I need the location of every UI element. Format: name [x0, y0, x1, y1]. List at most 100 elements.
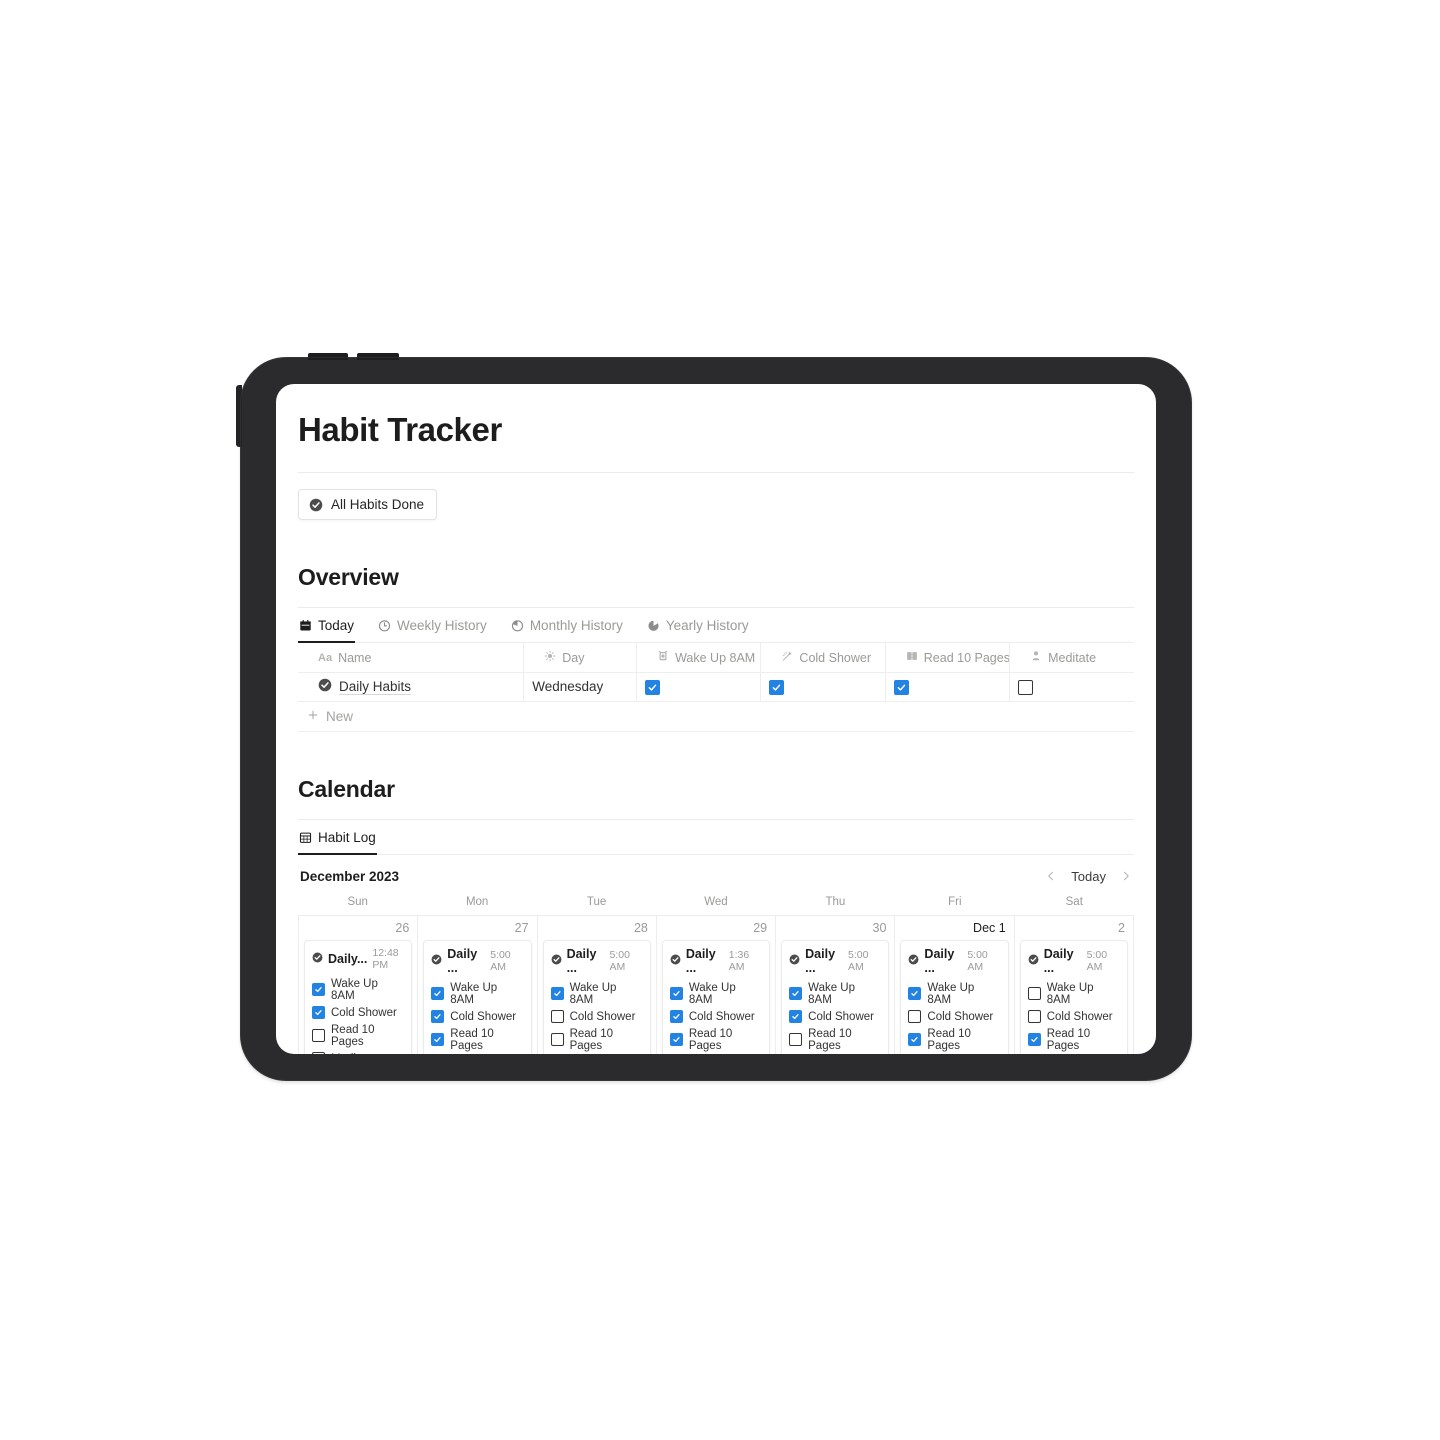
row-checkbox-cold-shower[interactable]: [760, 672, 886, 702]
calendar-day-cell[interactable]: 27 Daily ... 5:00 AM Wake Up 8AM Cold Shower…: [418, 915, 538, 1054]
all-habits-done-label: All Habits Done: [331, 497, 425, 513]
checkbox-unchecked[interactable]: [550, 1010, 564, 1024]
checkbox-unchecked[interactable]: [1018, 679, 1034, 695]
column-header-cold-shower[interactable]: Cold Shower: [760, 643, 886, 673]
checkbox-checked[interactable]: [669, 987, 683, 1001]
chevron-right-icon[interactable]: [1120, 870, 1132, 882]
checkbox-unchecked[interactable]: [1027, 1010, 1041, 1024]
tab-weekly-history-label: Weekly History: [397, 618, 487, 634]
checkbox-unchecked[interactable]: [312, 1029, 325, 1043]
habit-log-item[interactable]: Read 10 Pages: [789, 1026, 881, 1054]
column-header-wake-up-8am[interactable]: Wake Up 8AM: [636, 643, 762, 673]
calendar-day-cell[interactable]: 2 Daily ... 5:00 AM Wake Up 8AM Cold Shower R…: [1014, 915, 1134, 1054]
habit-log-item[interactable]: Read 10 Pages: [431, 1026, 523, 1054]
checkbox-checked[interactable]: [431, 1033, 445, 1047]
all-habits-done-button[interactable]: All Habits Done: [298, 489, 438, 521]
checkbox-checked[interactable]: [669, 1033, 683, 1047]
chip-row: All Habits Done: [298, 473, 1134, 521]
calendar-day-cell[interactable]: 28 Daily ... 5:00 AM Wake Up 8AM Cold Shower…: [537, 915, 657, 1054]
habit-log-card[interactable]: Daily ... 5:00 AM Wake Up 8AM Cold Shower Re…: [1019, 939, 1128, 1054]
calendar-day-cell[interactable]: 30 Daily ... 5:00 AM Wake Up 8AM Cold Shower…: [776, 915, 896, 1054]
row-day-cell[interactable]: Wednesday: [523, 672, 638, 702]
habit-log-item[interactable]: Cold Shower: [312, 1004, 404, 1021]
calendar-day-cell[interactable]: Dec 1 Daily ... 5:00 AM Wake Up 8AM Cold Sho…: [895, 915, 1015, 1054]
checkbox-checked[interactable]: [312, 983, 325, 997]
checkbox-checked[interactable]: [550, 987, 564, 1001]
habit-log-item[interactable]: Wake Up 8AM: [789, 980, 881, 1008]
habit-log-item-label: Cold Shower: [1046, 1010, 1113, 1023]
habit-log-card[interactable]: Daily... 12:48 PM Wake Up 8AM Cold Shower Re…: [304, 939, 413, 1054]
checkbox-checked[interactable]: [789, 987, 803, 1001]
row-checkbox-read-10-pages[interactable]: [885, 672, 1011, 702]
tab-monthly-history[interactable]: Monthly History: [510, 608, 624, 642]
column-header-meditate[interactable]: Meditate: [1009, 643, 1134, 673]
check-circle-icon: [318, 678, 332, 695]
column-header-read-10-pages[interactable]: Read 10 Pages: [885, 643, 1011, 673]
checkbox-checked[interactable]: [645, 679, 661, 695]
habit-log-item[interactable]: Cold Shower: [550, 1008, 643, 1025]
checkbox-unchecked[interactable]: [1027, 987, 1041, 1001]
alarm-clock-icon: [657, 650, 669, 665]
calendar-icon: [299, 619, 312, 632]
habit-log-item[interactable]: Wake Up 8AM: [550, 980, 643, 1008]
habit-log-item[interactable]: Cold Shower: [789, 1008, 881, 1025]
habit-log-card[interactable]: Daily ... 1:36 AM Wake Up 8AM Cold Shower Re…: [661, 939, 771, 1054]
habit-log-item[interactable]: Cold Shower: [431, 1008, 523, 1025]
new-row-button[interactable]: New: [298, 702, 1134, 732]
habit-log-item-label: Read 10 Pages: [688, 1027, 733, 1052]
habit-log-card[interactable]: Daily ... 5:00 AM Wake Up 8AM Cold Shower Re…: [542, 939, 651, 1054]
checkbox-unchecked[interactable]: [789, 1033, 803, 1047]
calendar-day-number: 28: [633, 920, 648, 935]
calendar-day-cell[interactable]: 26 Daily... 12:48 PM Wake Up 8AM Cold Shower…: [299, 915, 419, 1054]
habit-log-item[interactable]: Cold Shower: [908, 1008, 1000, 1025]
checkbox-unchecked[interactable]: [908, 1010, 922, 1024]
tab-yearly-history[interactable]: Yearly History: [646, 608, 750, 642]
tab-habit-log[interactable]: Habit Log: [298, 820, 377, 855]
column-header-day[interactable]: Day: [523, 643, 638, 673]
habit-log-item[interactable]: Read 10 Pages: [908, 1026, 1000, 1054]
volume-up-button[interactable]: [308, 353, 348, 360]
habit-log-item-label: Read 10 Pages: [808, 1027, 852, 1052]
checkbox-checked[interactable]: [1027, 1033, 1041, 1047]
habit-log-item[interactable]: Cold Shower: [669, 1008, 762, 1025]
checkbox-unchecked[interactable]: [550, 1033, 564, 1047]
habit-log-card-time: 5:00 AM: [609, 948, 630, 973]
checkbox-checked[interactable]: [431, 1010, 445, 1024]
habit-log-item-label: Read 10 Pages: [331, 1023, 375, 1048]
habit-log-item[interactable]: Read 10 Pages: [550, 1026, 643, 1054]
checkbox-checked[interactable]: [908, 1033, 922, 1047]
checkbox-unchecked[interactable]: [312, 1052, 325, 1054]
habit-log-item[interactable]: Wake Up 8AM: [312, 976, 404, 1004]
row-checkbox-meditate[interactable]: [1009, 672, 1134, 702]
habit-log-card[interactable]: Daily ... 5:00 AM Wake Up 8AM Cold Shower Re…: [900, 939, 1009, 1054]
habit-log-item[interactable]: Cold Shower: [1027, 1008, 1120, 1025]
table-row[interactable]: Daily Habits Wednesday: [298, 672, 1134, 702]
habit-log-item[interactable]: Wake Up 8AM: [908, 980, 1000, 1008]
habit-log-card[interactable]: Daily ... 5:00 AM Wake Up 8AM Cold Shower Re…: [423, 939, 532, 1054]
habit-log-item[interactable]: Read 10 Pages: [312, 1022, 404, 1050]
habit-log-item[interactable]: Wake Up 8AM: [669, 980, 762, 1008]
checkbox-checked[interactable]: [669, 1010, 683, 1024]
volume-down-button[interactable]: [357, 353, 399, 360]
checkbox-checked[interactable]: [893, 679, 909, 695]
row-checkbox-wake-up-8am[interactable]: [636, 672, 762, 702]
habit-log-item[interactable]: Read 10 Pages: [1027, 1026, 1120, 1054]
habit-log-item[interactable]: Read 10 Pages: [669, 1026, 762, 1054]
calendar-day-cell[interactable]: 29 Daily ... 1:36 AM Wake Up 8AM Cold Shower…: [656, 915, 777, 1054]
row-name-cell[interactable]: Daily Habits: [298, 672, 525, 702]
power-button[interactable]: [236, 385, 242, 447]
habit-log-item[interactable]: Wake Up 8AM: [1027, 980, 1120, 1008]
chevron-left-icon[interactable]: [1045, 870, 1057, 882]
checkbox-checked[interactable]: [312, 1006, 325, 1020]
habit-log-item[interactable]: Meditate: [312, 1050, 404, 1054]
habit-log-item[interactable]: Wake Up 8AM: [431, 980, 523, 1008]
calendar-today-button[interactable]: Today: [1067, 867, 1110, 886]
tab-today[interactable]: Today: [298, 608, 356, 644]
habit-log-card[interactable]: Daily ... 5:00 AM Wake Up 8AM Cold Shower Re…: [781, 939, 890, 1054]
checkbox-checked[interactable]: [769, 679, 785, 695]
tab-weekly-history[interactable]: Weekly History: [377, 608, 488, 642]
checkbox-checked[interactable]: [431, 987, 445, 1001]
checkbox-checked[interactable]: [908, 987, 922, 1001]
checkbox-checked[interactable]: [789, 1010, 803, 1024]
column-header-name[interactable]: Aa Name: [298, 643, 525, 673]
